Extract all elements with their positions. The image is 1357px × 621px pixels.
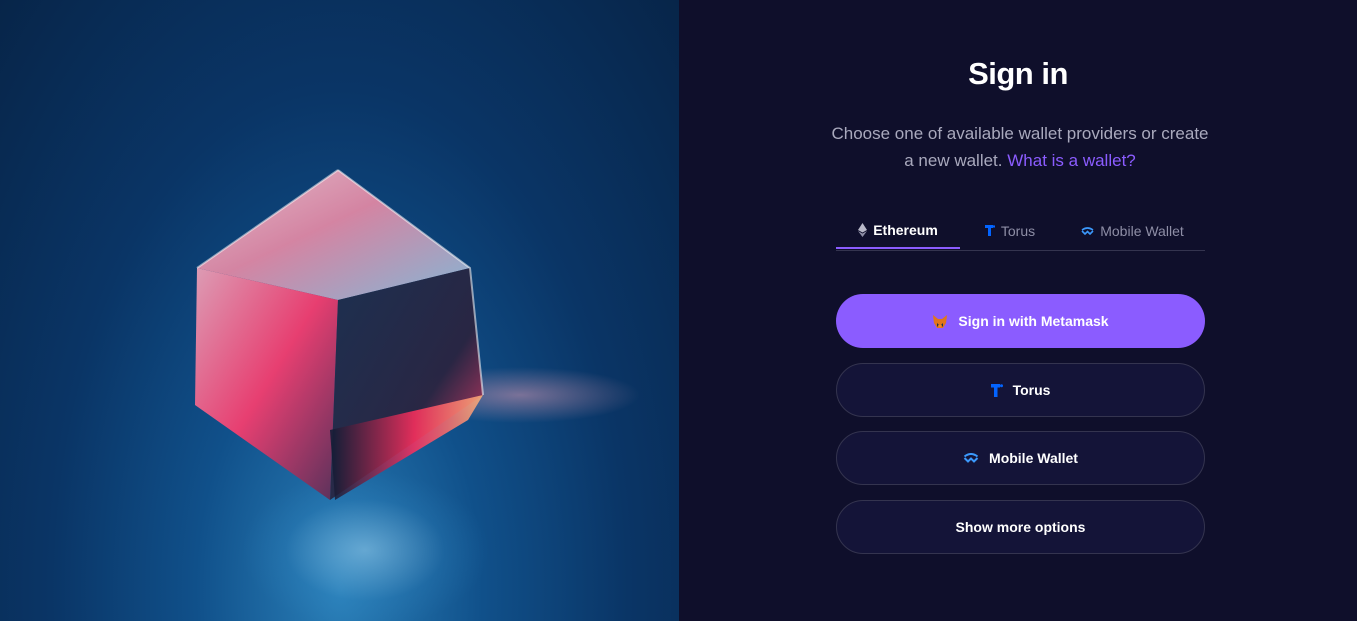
subtitle: Choose one of available wallet providers…	[829, 120, 1211, 174]
cube-left-face	[195, 268, 338, 500]
glass-cube-image	[195, 169, 640, 500]
torus-icon	[984, 225, 995, 236]
hero-image-panel	[0, 0, 679, 621]
signin-metamask-button[interactable]: Sign in with Metamask	[836, 294, 1205, 348]
show-more-options-button[interactable]: Show more options	[836, 500, 1205, 554]
tab-torus[interactable]: Torus	[960, 212, 1060, 249]
provider-tabs: Ethereum Torus Mobile Wallet	[836, 212, 1205, 251]
tab-ethereum[interactable]: Ethereum	[836, 212, 960, 249]
button-label: Sign in with Metamask	[958, 313, 1109, 329]
walletconnect-icon	[1081, 226, 1094, 235]
button-label: Mobile Wallet	[989, 450, 1078, 466]
button-label: Torus	[1012, 382, 1051, 398]
signin-panel: Sign in Choose one of available wallet p…	[679, 0, 1357, 621]
torus-icon	[990, 383, 1003, 397]
button-label: Show more options	[955, 519, 1086, 535]
ethereum-icon	[858, 222, 868, 237]
tab-label: Mobile Wallet	[1100, 222, 1184, 239]
metamask-fox-icon	[933, 314, 948, 328]
page-title: Sign in	[968, 56, 1068, 91]
tab-label: Ethereum	[873, 221, 938, 238]
torus-button[interactable]: Torus	[836, 363, 1205, 417]
walletconnect-icon	[963, 453, 979, 463]
what-is-wallet-link[interactable]: What is a wallet?	[1007, 151, 1136, 170]
mobile-wallet-button[interactable]: Mobile Wallet	[836, 431, 1205, 485]
tab-mobile-wallet[interactable]: Mobile Wallet	[1060, 212, 1205, 249]
tab-label: Torus	[1000, 222, 1036, 239]
